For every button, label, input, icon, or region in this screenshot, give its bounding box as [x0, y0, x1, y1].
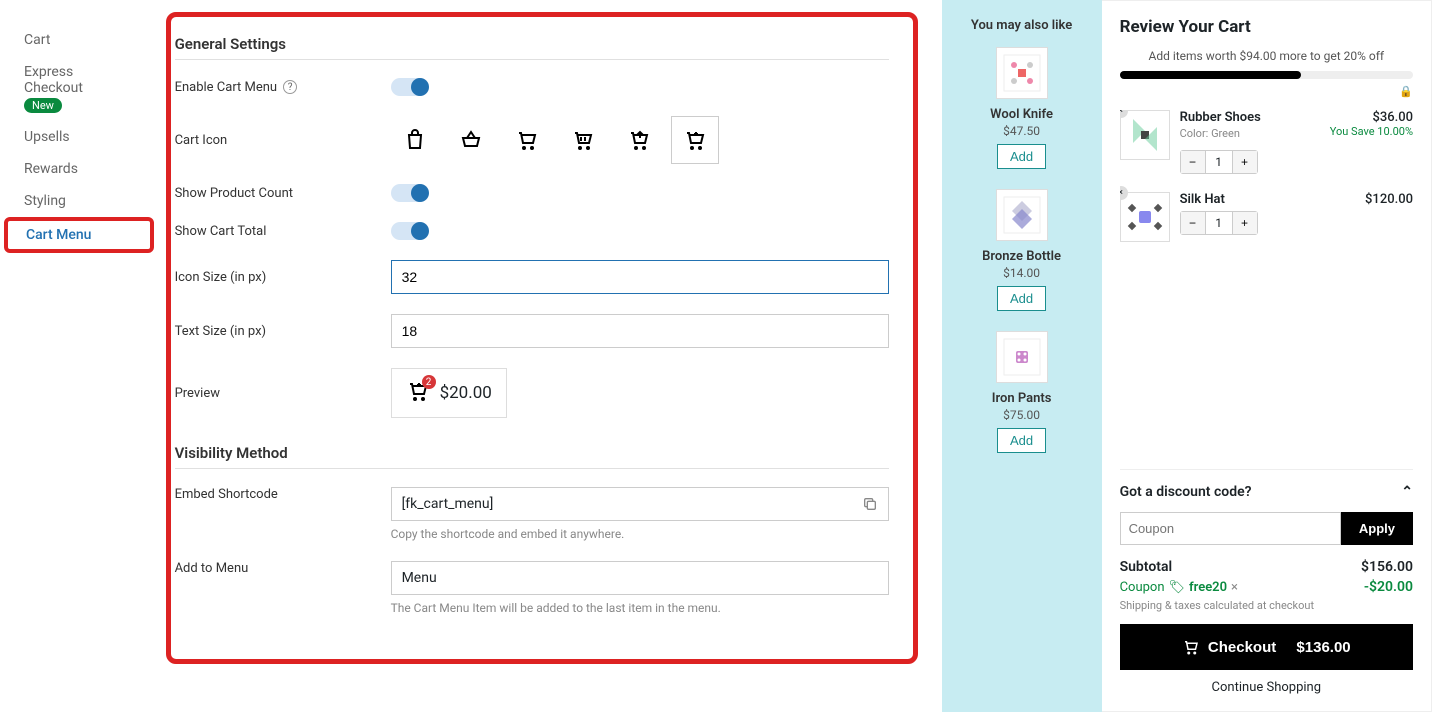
preview-label: Preview	[175, 386, 391, 401]
show-product-count-label: Show Product Count	[175, 186, 391, 201]
shipping-note: Shipping & taxes calculated at checkout	[1120, 599, 1413, 612]
cart-item-image	[1120, 110, 1170, 160]
menu-select[interactable]: Menu	[391, 561, 889, 595]
add-button[interactable]: Add	[997, 286, 1046, 311]
cart-item-price: $120.00	[1365, 192, 1413, 207]
apply-button[interactable]: Apply	[1341, 512, 1413, 545]
upsell-name: Bronze Bottle	[942, 249, 1102, 264]
preview-box: 2 $20.00	[391, 368, 507, 418]
upsell-image	[996, 47, 1048, 99]
qty-minus-button[interactable]: −	[1181, 151, 1205, 173]
cart-icon	[1182, 638, 1200, 656]
icon-size-label: Icon Size (in px)	[175, 270, 391, 285]
cart-item-name: Rubber Shoes	[1180, 110, 1261, 125]
show-cart-total-toggle[interactable]	[391, 222, 427, 240]
upsell-price: $14.00	[942, 266, 1102, 280]
enable-cart-menu-label: Enable Cart Menu ?	[175, 80, 391, 95]
icon-size-input[interactable]	[391, 260, 889, 294]
add-button[interactable]: Add	[997, 144, 1046, 169]
upsell-column: You may also like Wool Knife $47.50 Add …	[942, 0, 1102, 712]
new-badge: New	[24, 98, 62, 113]
qty-control: − 1 +	[1180, 211, 1258, 235]
chevron-up-icon: ⌃	[1401, 484, 1413, 500]
sidebar-item-cart[interactable]: Cart	[0, 24, 158, 56]
embed-shortcode-label: Embed Shortcode	[175, 487, 391, 502]
menu-help: The Cart Menu Item will be added to the …	[391, 601, 889, 615]
cart-icon-cart2[interactable]	[559, 116, 607, 164]
upsell-item: Bronze Bottle $14.00 Add	[942, 189, 1102, 311]
upsell-image	[996, 189, 1048, 241]
text-size-input[interactable]	[391, 314, 889, 348]
preview-count-badge: 2	[422, 375, 436, 389]
remove-coupon-button[interactable]: ×	[1231, 580, 1238, 595]
cart-item: × Rubber Shoes $36.00 Color: Green You S…	[1120, 110, 1413, 174]
subtotal-label: Subtotal	[1120, 559, 1173, 575]
copy-icon[interactable]	[862, 496, 878, 512]
cart-preview-panel: You may also like Wool Knife $47.50 Add …	[942, 0, 1432, 712]
help-icon[interactable]: ?	[283, 80, 297, 94]
upsell-price: $47.50	[942, 124, 1102, 138]
text-size-label: Text Size (in px)	[175, 324, 391, 339]
checkout-button[interactable]: Checkout $136.00	[1120, 624, 1413, 670]
tag-icon: 🏷	[1169, 580, 1186, 595]
cart-icon-basket[interactable]	[447, 116, 495, 164]
show-product-count-toggle[interactable]	[391, 184, 427, 202]
preview-total: $20.00	[440, 383, 492, 403]
upsell-title: You may also like	[942, 18, 1102, 33]
sidebar-item-styling[interactable]: Styling	[0, 185, 158, 217]
coupon-applied: Coupon 🏷 free20 ×	[1120, 579, 1238, 595]
promo-text: Add items worth $94.00 more to get 20% o…	[1120, 49, 1413, 63]
upsell-item: Wool Knife $47.50 Add	[942, 47, 1102, 169]
cart-item-name: Silk Hat	[1180, 192, 1225, 207]
upsell-price: $75.00	[942, 408, 1102, 422]
cart-item-price: $36.00	[1372, 110, 1413, 125]
cart-icon-cart3[interactable]	[615, 116, 663, 164]
add-button[interactable]: Add	[997, 428, 1046, 453]
cart-icon-cart4[interactable]	[671, 116, 719, 164]
show-cart-total-label: Show Cart Total	[175, 224, 391, 239]
cart-icon-label: Cart Icon	[175, 133, 391, 148]
shortcode-value: [fk_cart_menu]	[402, 496, 494, 512]
progress-bar	[1120, 71, 1413, 79]
sidebar-item-rewards[interactable]: Rewards	[0, 153, 158, 185]
qty-plus-button[interactable]: +	[1233, 151, 1257, 173]
enable-cart-menu-toggle[interactable]	[391, 78, 427, 96]
subtotal-value: $156.00	[1361, 559, 1413, 575]
discount-title: Got a discount code?	[1120, 484, 1252, 500]
upsell-image	[996, 331, 1048, 383]
coupon-input[interactable]	[1120, 512, 1341, 545]
cart-item-image	[1120, 192, 1170, 242]
cart-item-save: You Save 10.00%	[1330, 125, 1413, 146]
sidebar-item-upsells[interactable]: Upsells	[0, 121, 158, 153]
upsell-item: Iron Pants $75.00 Add	[942, 331, 1102, 453]
cart-column: Review Your Cart Add items worth $94.00 …	[1102, 0, 1432, 712]
sidebar-item-cart-menu[interactable]: Cart Menu	[4, 217, 154, 253]
qty-value: 1	[1205, 212, 1233, 234]
sidebar-label: Express Checkout	[24, 64, 83, 96]
cart-item: × Silk Hat $120.00 − 1 +	[1120, 192, 1413, 242]
visibility-method-title: Visibility Method	[175, 438, 889, 469]
qty-value: 1	[1205, 151, 1233, 173]
upsell-name: Iron Pants	[942, 391, 1102, 406]
add-to-menu-label: Add to Menu	[175, 561, 391, 576]
continue-shopping-link[interactable]: Continue Shopping	[1120, 680, 1413, 695]
cart-icon-bag[interactable]	[391, 116, 439, 164]
qty-control: − 1 +	[1180, 150, 1258, 174]
upsell-name: Wool Knife	[942, 107, 1102, 122]
discount-toggle[interactable]: Got a discount code? ⌃	[1120, 484, 1413, 500]
general-settings-title: General Settings	[175, 29, 889, 60]
cart-icon-cart1[interactable]	[503, 116, 551, 164]
general-settings-panel: General Settings Enable Cart Menu ? Cart…	[166, 12, 918, 664]
sidebar: Cart Express Checkout New Upsells Reward…	[0, 0, 158, 712]
cart-title: Review Your Cart	[1120, 17, 1413, 37]
shortcode-field[interactable]: [fk_cart_menu]	[391, 487, 889, 521]
cart-item-meta: Color: Green	[1180, 127, 1240, 140]
lock-icon: 🔒	[1120, 85, 1413, 98]
sidebar-item-express[interactable]: Express Checkout New	[0, 56, 158, 121]
shortcode-help: Copy the shortcode and embed it anywhere…	[391, 527, 889, 541]
qty-minus-button[interactable]: −	[1181, 212, 1205, 234]
coupon-discount: -$20.00	[1364, 579, 1413, 595]
qty-plus-button[interactable]: +	[1233, 212, 1257, 234]
preview-cart-icon: 2	[406, 379, 430, 407]
